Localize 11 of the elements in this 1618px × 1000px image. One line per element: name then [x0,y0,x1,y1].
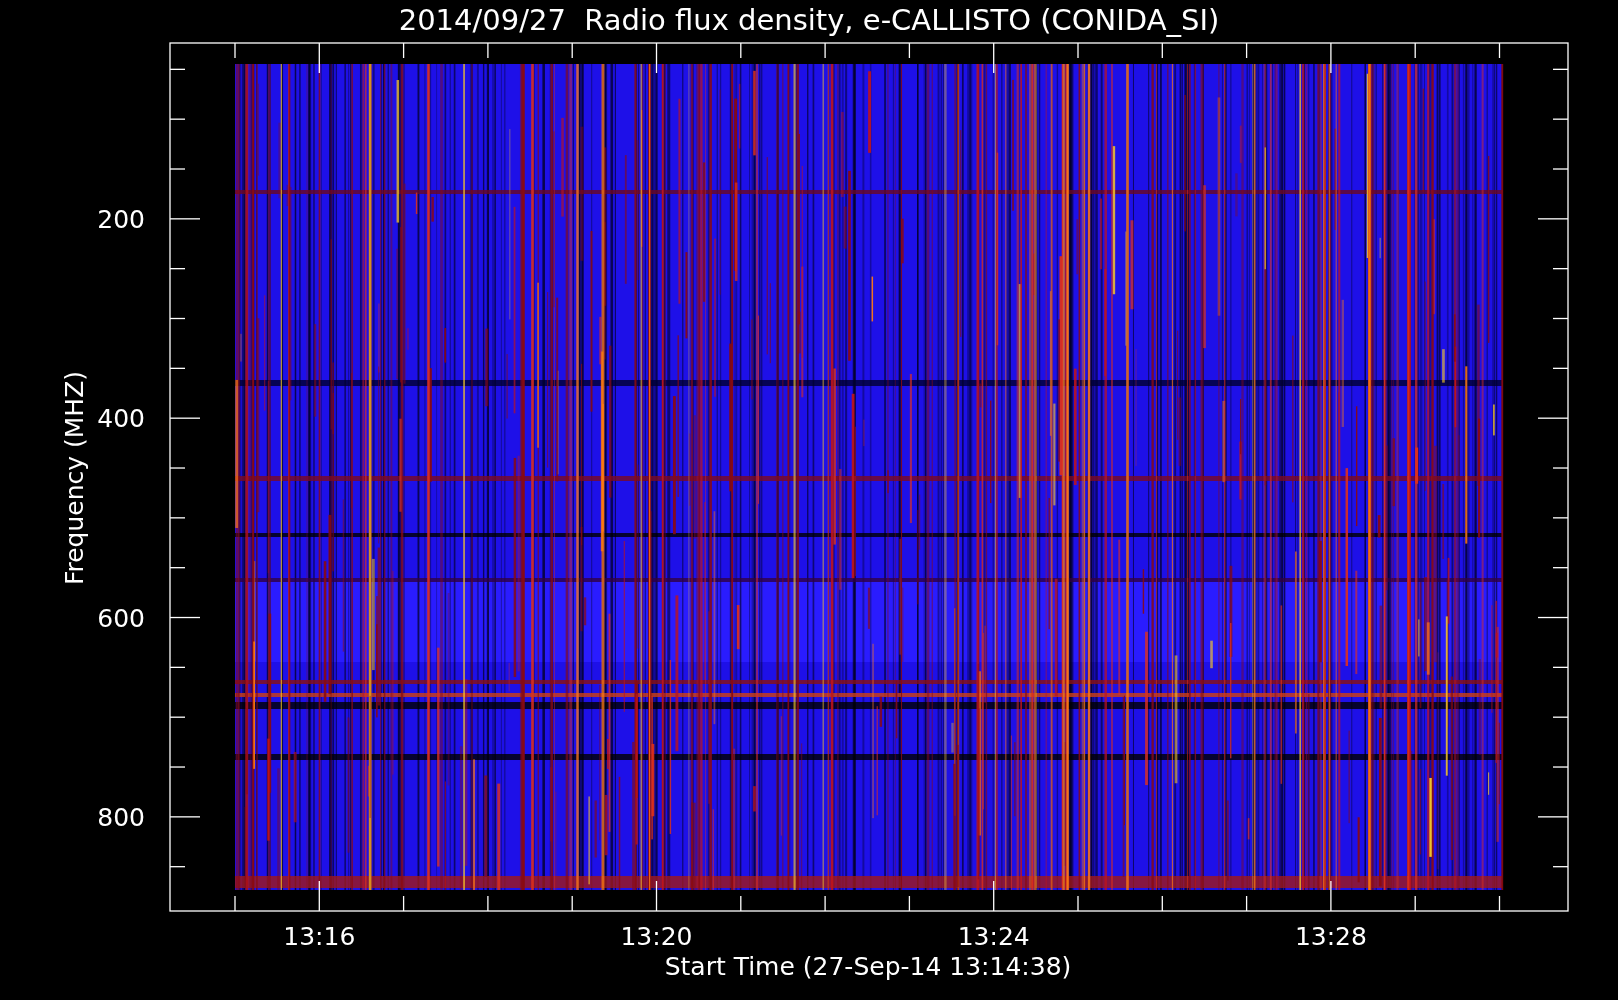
x-tick-label: 13:16 [283,922,356,951]
x-tick-label: 13:20 [620,922,693,951]
y-tick-label: 800 [97,802,145,832]
x-tick-label: 13:24 [957,922,1030,951]
x-tick-label: 13:28 [1294,922,1367,951]
chart-title: 2014/09/27 Radio flux density, e-CALLISTO (CONIDA_SI) [398,3,1220,37]
y-tick-label: 600 [97,603,145,633]
y-tick-label: 200 [97,204,145,234]
x-axis-label: Start Time (27-Sep-14 13:14:38) [664,952,1072,981]
y-tick-label: 400 [97,404,145,434]
y-axis-label: Frequency (MHZ) [60,370,89,586]
